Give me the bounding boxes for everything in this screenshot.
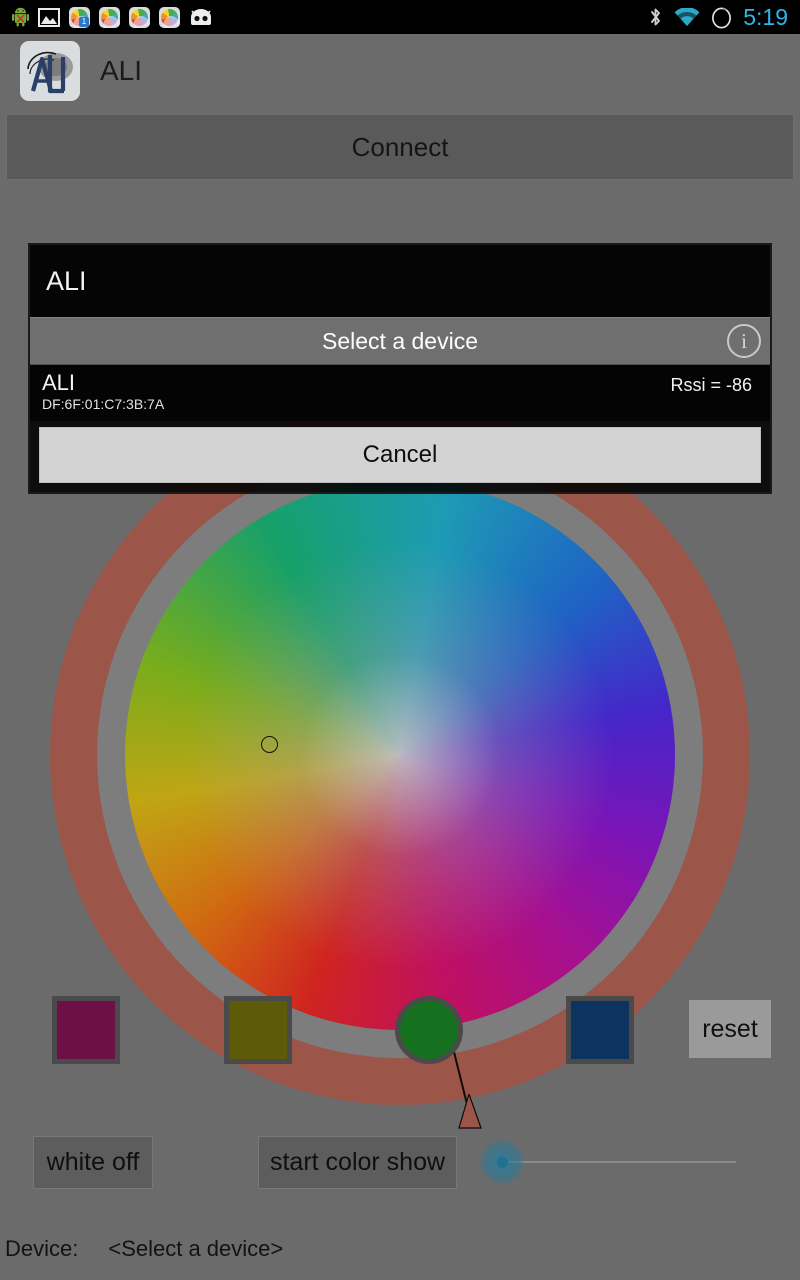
system-status-icons: 5:19	[648, 4, 788, 31]
notification-badge-count: 1	[79, 16, 89, 27]
device-status-bar: Device: <Select a device>	[5, 1233, 605, 1265]
color-preset-row: reset	[0, 996, 800, 1074]
bluetooth-icon	[651, 8, 661, 26]
dialog-title: ALI	[46, 265, 87, 296]
brightness-pointer-head-icon[interactable]	[456, 1094, 482, 1130]
wifi-icon	[674, 7, 700, 26]
color-selection-marker[interactable]	[261, 736, 278, 753]
notification-icons: 1	[12, 6, 213, 28]
ali-logo-icon	[20, 41, 80, 101]
brightness-slider[interactable]	[480, 1140, 760, 1184]
white-off-button[interactable]: white off	[33, 1136, 153, 1189]
app-title: ALI	[100, 55, 143, 86]
swatch-green[interactable]	[395, 996, 463, 1064]
device-list-item[interactable]: ALI DF:6F:01:C7:3B:7A Rssi = -86	[30, 365, 770, 421]
reset-button[interactable]: reset	[689, 1000, 771, 1058]
cancel-button[interactable]: Cancel	[39, 427, 761, 483]
app-badge-icon: 1	[69, 6, 90, 28]
dialog-subheader-label: Select a device	[322, 327, 478, 354]
status-bar-clock: 5:19	[743, 3, 788, 30]
dialog-subheader: Select a device i	[30, 317, 770, 365]
device-rssi: Rssi = -86	[670, 375, 752, 395]
device-mac-address: DF:6F:01:C7:3B:7A	[42, 396, 165, 412]
device-name: ALI	[42, 370, 76, 395]
image-gallery-icon	[38, 7, 60, 27]
slider-thumb[interactable]	[497, 1157, 508, 1168]
select-device-dialog: ALI Select a device i ALI DF:6F:01:C7:3B…	[28, 243, 772, 494]
circle-icon	[712, 7, 732, 28]
connect-button[interactable]: Connect	[6, 114, 794, 180]
status-bar: 1 5:19	[0, 0, 800, 34]
app-icon-2	[99, 6, 120, 28]
device-status-value: <Select a device>	[108, 1236, 284, 1261]
phone-screen: 1 5:19 ALI Connect reset white off start…	[0, 0, 800, 1280]
info-icon[interactable]: i	[727, 324, 761, 358]
slider-track[interactable]	[503, 1161, 736, 1163]
swatch-blue[interactable]	[566, 996, 634, 1064]
dialog-title-bar: ALI	[30, 245, 770, 317]
swatch-olive[interactable]	[224, 996, 292, 1064]
app-icon-3	[129, 6, 150, 28]
start-color-show-button[interactable]: start color show	[258, 1136, 457, 1189]
cyanogenmod-icon	[191, 8, 211, 25]
device-status-label: Device:	[5, 1236, 79, 1261]
app-bar: ALI	[0, 34, 800, 108]
app-icon-4	[159, 6, 180, 28]
android-robot-icon	[12, 7, 29, 27]
swatch-magenta[interactable]	[52, 996, 120, 1064]
